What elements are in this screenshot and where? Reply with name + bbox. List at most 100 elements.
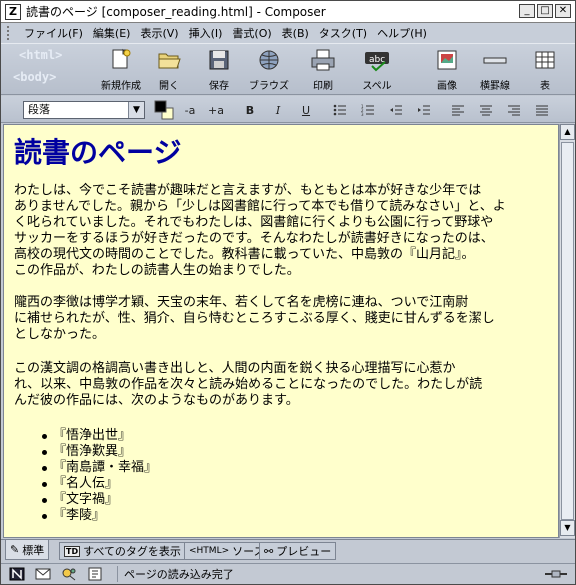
font-larger-button[interactable]: +a bbox=[205, 101, 227, 119]
close-button[interactable]: ✕ bbox=[555, 4, 571, 18]
logo-line-html: <html> bbox=[19, 48, 63, 62]
document-heading: 読書のページ bbox=[14, 136, 182, 169]
tab-show-all-tags[interactable]: TD すべてのタグを表示 bbox=[59, 542, 186, 560]
align-right-icon[interactable] bbox=[503, 101, 525, 119]
paragraph-2: 隴西の李徴は博学才穎、天宝の末年、若くして名を虎榜に連ね、ついで江南尉 に補せら… bbox=[14, 295, 552, 343]
open-button-label: 開く bbox=[159, 81, 179, 92]
italic-button[interactable]: I bbox=[267, 101, 289, 119]
menu-format[interactable]: 書式(O) bbox=[227, 25, 276, 41]
browse-button-label: ブラウズ bbox=[249, 81, 289, 92]
logo-line-body: <body> bbox=[13, 70, 57, 84]
new-document-icon bbox=[107, 47, 135, 73]
spell-button[interactable]: abc スペル bbox=[349, 47, 405, 92]
bullet-list-icon[interactable] bbox=[329, 101, 351, 119]
vertical-scrollbar[interactable]: ▲ ▼ bbox=[559, 124, 575, 538]
svg-text:3: 3 bbox=[361, 112, 364, 116]
menu-tasks[interactable]: タスク(T) bbox=[314, 25, 372, 41]
chevron-down-icon: ▼ bbox=[128, 102, 144, 118]
paragraph-line: わたしは、今でこそ読書が趣味だと言えますが、もともとは本が好きな少年では bbox=[14, 183, 482, 198]
list-item: 『南島譚・幸福』 bbox=[42, 460, 157, 476]
paragraph-line: この作品が、わたしの読書人生の始まりでした。 bbox=[14, 263, 300, 278]
paragraph-line: としなかった。 bbox=[14, 327, 106, 342]
menu-table[interactable]: 表(B) bbox=[277, 25, 314, 41]
editor-area[interactable]: 読書のページ わたしは、今でこそ読書が趣味だと言えますが、もともとは本が好きな少… bbox=[3, 124, 559, 538]
maximize-button[interactable]: □ bbox=[537, 4, 553, 18]
list-item: 『文字禍』 bbox=[42, 492, 157, 508]
printer-icon bbox=[309, 47, 337, 73]
print-button-label: 印刷 bbox=[313, 81, 333, 92]
paragraph-line: この漢文調の格調高い書き出しと、人間の内面を鋭く抉る心理描写に心惹か bbox=[14, 361, 456, 376]
print-button[interactable]: 印刷 bbox=[295, 47, 351, 92]
paragraph-line: に補せられたが、性、狷介、自ら恃むところすこぶる厚く、賤吏に甘んずるを潔し bbox=[14, 311, 495, 326]
tab-preview[interactable]: ⚯ プレビュー bbox=[259, 542, 337, 560]
paragraph-style-select[interactable]: 段落 ▼ bbox=[23, 101, 145, 119]
window-controls: _ □ ✕ bbox=[519, 4, 571, 18]
composer-app-icon[interactable]: Z bbox=[5, 3, 21, 20]
scroll-down-icon[interactable]: ▼ bbox=[560, 520, 575, 536]
table-icon bbox=[531, 47, 559, 73]
text-color-picker[interactable] bbox=[153, 99, 175, 121]
hrule-button-label: 横罫線 bbox=[480, 81, 510, 92]
menu-edit[interactable]: 編集(E) bbox=[88, 25, 136, 41]
browse-globe-icon bbox=[255, 47, 283, 73]
paragraph-line: く叱られていました。それでもわたしは、図書館に行くよりも公園に行って野球や bbox=[14, 215, 494, 230]
navigator-icon[interactable] bbox=[7, 566, 27, 582]
minimize-button[interactable]: _ bbox=[519, 4, 535, 18]
scroll-thumb[interactable] bbox=[561, 142, 574, 520]
hrule-button[interactable]: 横罫線 bbox=[467, 47, 523, 92]
list-item: 『李陵』 bbox=[42, 508, 157, 524]
horizontal-rule-icon bbox=[481, 47, 509, 73]
menu-insert[interactable]: 挿入(I) bbox=[184, 25, 228, 41]
preview-icon: ⚯ bbox=[264, 544, 274, 558]
numbered-list-icon[interactable]: 123 bbox=[357, 101, 379, 119]
composition-toolbar: <html> <body> 新規作成 開く 保存 ブラウズ 印刷 abc スペル… bbox=[1, 43, 575, 95]
format-toolbar: 段落 ▼ -a +a B I U 123 bbox=[1, 96, 575, 123]
font-smaller-button[interactable]: -a bbox=[179, 101, 201, 119]
online-status-icon[interactable] bbox=[543, 567, 569, 581]
open-button[interactable]: 開く bbox=[141, 47, 197, 92]
browse-button[interactable]: ブラウズ bbox=[241, 47, 297, 92]
paragraph-line: んだ彼の作品には、次のようなものがあります。 bbox=[14, 393, 299, 408]
tab-source[interactable]: <HTML> ソース bbox=[184, 542, 270, 560]
paragraph-line: れ、以来、中島敦の作品を次々と読み始めることになったのでした。わたしが読 bbox=[14, 377, 483, 392]
paragraph-3: この漢文調の格調高い書き出しと、人間の内面を鋭く抉る心理描写に心惹か れ、以来、… bbox=[14, 361, 552, 409]
menu-file[interactable]: ファイル(F) bbox=[19, 25, 88, 41]
html-source-icon: <HTML> bbox=[189, 546, 230, 556]
image-icon bbox=[433, 47, 461, 73]
tab-normal[interactable]: ✎ 標準 bbox=[5, 540, 50, 560]
edit-mode-tabs: ✎ 標準 TD すべてのタグを表示 <HTML> ソース ⚯ プレビュー bbox=[1, 539, 575, 561]
menu-view[interactable]: 表示(V) bbox=[135, 25, 183, 41]
folder-open-icon bbox=[155, 47, 183, 73]
table-button[interactable]: 表 bbox=[517, 47, 573, 92]
paragraph-line: ありませんでした。親から「少しは図書館に行って本でも借りて読みなさい」と、よ bbox=[14, 199, 506, 214]
align-left-icon[interactable] bbox=[447, 101, 469, 119]
save-button[interactable]: 保存 bbox=[191, 47, 247, 92]
list-item: 『悟浄歎異』 bbox=[42, 444, 157, 460]
save-button-label: 保存 bbox=[209, 81, 229, 92]
menu-help[interactable]: ヘルプ(H) bbox=[372, 25, 432, 41]
align-center-icon[interactable] bbox=[475, 101, 497, 119]
list-item: 『悟浄出世』 bbox=[42, 428, 157, 444]
paragraph-line: 隴西の李徴は博学才穎、天宝の末年、若くして名を虎榜に連ね、ついで江南尉 bbox=[14, 295, 469, 310]
indent-icon[interactable] bbox=[413, 101, 435, 119]
menu-bar: ファイル(F) 編集(E) 表示(V) 挿入(I) 書式(O) 表(B) タスク… bbox=[1, 23, 575, 43]
outdent-icon[interactable] bbox=[385, 101, 407, 119]
scroll-up-icon[interactable]: ▲ bbox=[560, 124, 575, 140]
tab-show-tags-label: すべてのタグを表示 bbox=[83, 545, 181, 558]
tag-icon: TD bbox=[64, 545, 81, 557]
table-button-label: 表 bbox=[540, 81, 550, 92]
paragraph-line: サッカーをするほうが好きだったのです。そんなわたしが読書好きになったのは、 bbox=[14, 231, 494, 246]
tab-normal-label: 標準 bbox=[22, 543, 45, 557]
bold-button[interactable]: B bbox=[239, 101, 261, 119]
address-book-icon[interactable] bbox=[85, 566, 105, 582]
underline-button[interactable]: U bbox=[295, 101, 317, 119]
list-item: 『名人伝』 bbox=[42, 476, 157, 492]
mail-icon[interactable] bbox=[33, 566, 53, 582]
tab-preview-label: プレビュー bbox=[276, 545, 332, 558]
composer-window: Z 読書のページ [composer_reading.html] - Compo… bbox=[0, 0, 576, 585]
menu-grip-handle[interactable] bbox=[7, 26, 15, 40]
align-justify-icon[interactable] bbox=[531, 101, 553, 119]
instant-messenger-icon[interactable] bbox=[59, 566, 79, 582]
html-logo: <html> <body> bbox=[9, 46, 95, 94]
status-message: ページの読み込み完了 bbox=[117, 566, 234, 582]
